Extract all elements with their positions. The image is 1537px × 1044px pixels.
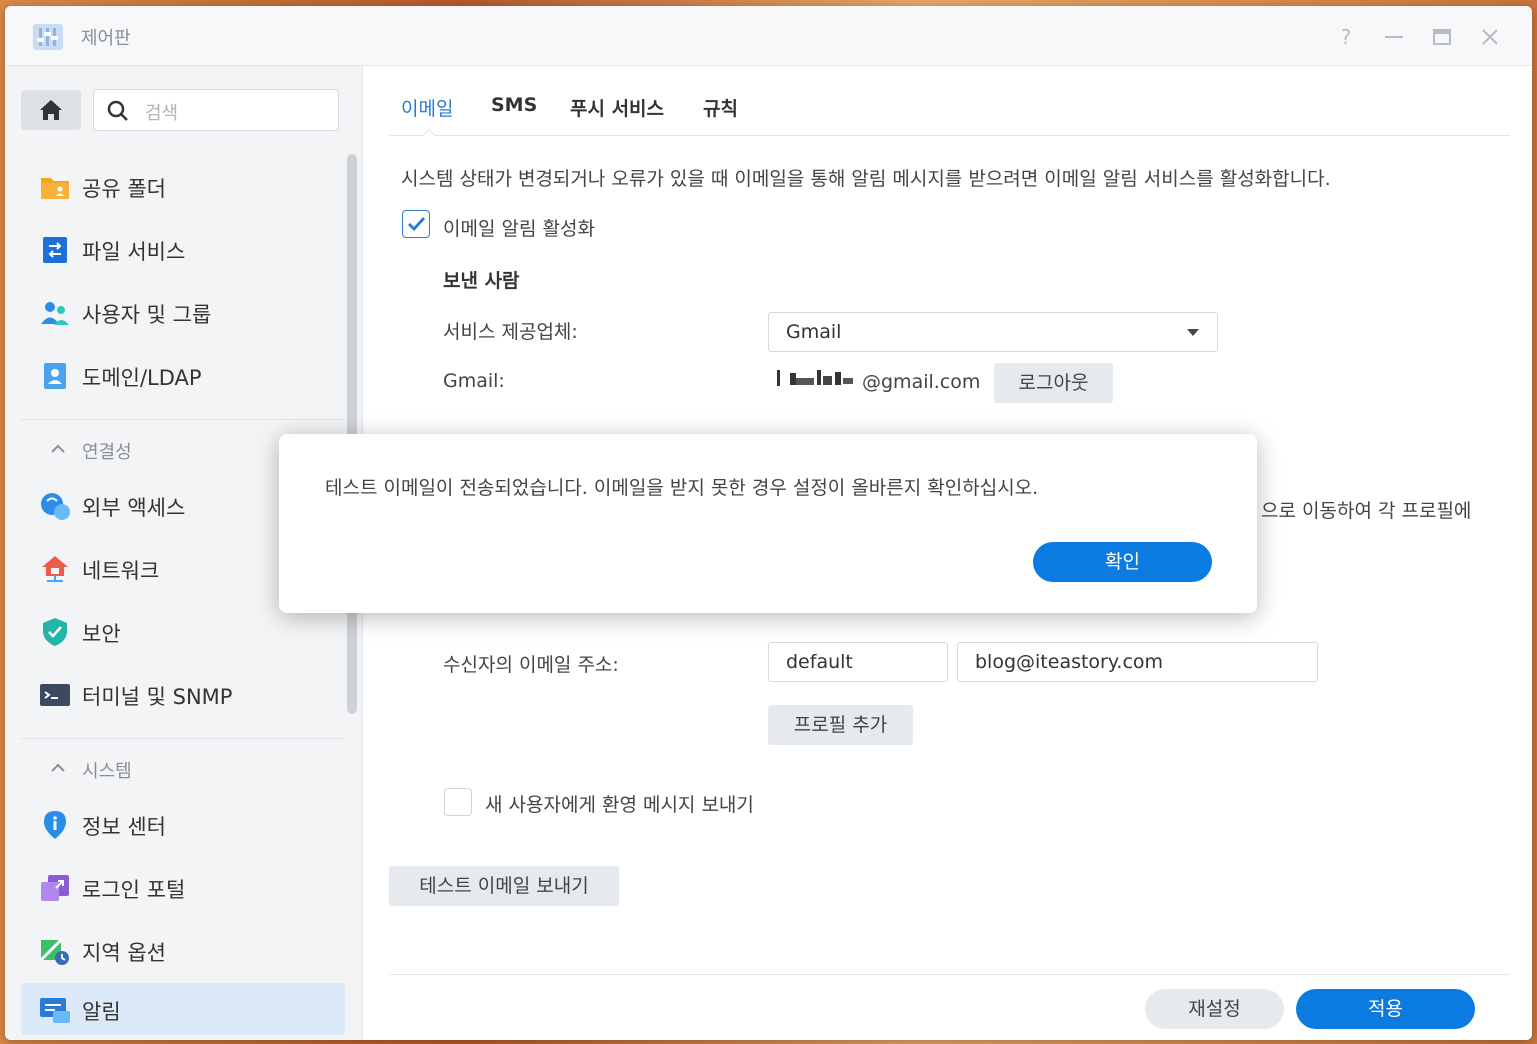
sender-heading: 보낸 사람: [443, 270, 520, 292]
sidebar-item-info-center[interactable]: 정보 센터: [21, 798, 345, 850]
provider-label: 서비스 제공업체:: [443, 321, 578, 343]
section-system[interactable]: 시스템: [21, 749, 345, 789]
domain-ldap-icon: [44, 363, 66, 389]
chevron-up-icon: [51, 444, 65, 453]
sidebar-item-file-services[interactable]: 파일 서비스: [21, 223, 345, 275]
tab-rules[interactable]: 규칙: [703, 94, 738, 121]
profile-hint-text: 으로 이동하여 각 프로필에: [1261, 500, 1472, 522]
welcome-message-checkbox[interactable]: [444, 788, 472, 816]
home-button[interactable]: [21, 90, 81, 130]
maximize-icon: [1433, 29, 1451, 45]
users-groups-icon: [41, 302, 69, 325]
title-bar: 제어판 ?: [5, 6, 1532, 66]
chevron-down-icon: [1187, 329, 1199, 336]
enable-email-label: 이메일 알림 활성화: [443, 218, 595, 240]
sidebar-item-notification[interactable]: 알림: [21, 983, 345, 1035]
send-test-email-button[interactable]: 테스트 이메일 보내기: [389, 866, 619, 906]
chevron-up-icon: [51, 763, 65, 772]
search-icon: [107, 100, 128, 121]
sidebar-divider: [21, 738, 345, 739]
shared-folder-icon: [41, 178, 69, 199]
terminal-icon: [40, 684, 70, 706]
search-input[interactable]: 검색: [93, 89, 339, 131]
sidebar-item-users-groups[interactable]: 사용자 및 그룹: [21, 286, 345, 338]
apply-button[interactable]: 적용: [1296, 989, 1475, 1029]
tab-sms[interactable]: SMS: [491, 94, 537, 116]
provider-select[interactable]: Gmail: [768, 312, 1218, 352]
test-email-sent-dialog: 테스트 이메일이 전송되었습니다. 이메일을 받지 못한 경우 설정이 올바른지…: [279, 434, 1257, 613]
security-shield-icon: [43, 618, 67, 646]
reset-button[interactable]: 재설정: [1145, 989, 1284, 1029]
welcome-message-label: 새 사용자에게 환영 메시지 보내기: [485, 794, 754, 816]
network-icon: [42, 556, 68, 582]
sidebar-item-login-portal[interactable]: 로그인 포털: [21, 861, 345, 913]
login-portal-icon: [41, 875, 69, 901]
enable-email-checkbox[interactable]: [402, 210, 430, 238]
tab-active-indicator: [423, 128, 435, 136]
confirm-button[interactable]: 확인: [1033, 542, 1212, 582]
recipient-email-input[interactable]: blog@iteastory.com: [957, 642, 1318, 682]
help-button[interactable]: ?: [1333, 24, 1359, 50]
sidebar-divider: [21, 419, 345, 420]
gmail-label: Gmail:: [443, 370, 505, 392]
logout-button[interactable]: 로그아웃: [994, 363, 1113, 403]
sidebar-item-domain-ldap[interactable]: 도메인/LDAP: [21, 349, 345, 401]
profile-name-field[interactable]: default: [768, 642, 948, 682]
sidebar-item-terminal-snmp[interactable]: 터미널 및 SNMP: [21, 668, 345, 720]
info-center-icon: [44, 811, 66, 839]
add-profile-button[interactable]: 프로필 추가: [768, 705, 913, 745]
notification-icon: [40, 998, 70, 1023]
minimize-icon: [1385, 36, 1403, 38]
email-description: 시스템 상태가 변경되거나 오류가 있을 때 이메일을 통해 알림 메시지를 받…: [401, 168, 1331, 190]
tab-push-service[interactable]: 푸시 서비스: [570, 94, 664, 121]
sidebar-item-regional-options[interactable]: 지역 옵션: [21, 924, 345, 976]
footer-divider: [389, 974, 1510, 975]
close-icon: [1482, 29, 1498, 45]
file-services-icon: [43, 237, 67, 263]
external-access-icon: [41, 493, 70, 520]
tab-bar: 이메일 SMS 푸시 서비스 규칙: [389, 66, 1510, 136]
tab-email[interactable]: 이메일: [401, 94, 453, 121]
control-panel-icon: [33, 24, 63, 50]
sidebar-item-shared-folder[interactable]: 공유 폴더: [21, 160, 345, 212]
maximize-button[interactable]: [1429, 24, 1455, 50]
recipient-label: 수신자의 이메일 주소:: [443, 654, 619, 676]
gmail-address-suffix: @gmail.com: [862, 371, 981, 393]
home-icon: [40, 100, 62, 120]
window-title: 제어판: [81, 28, 131, 49]
dialog-message: 테스트 이메일이 전송되었습니다. 이메일을 받지 못한 경우 설정이 올바른지…: [325, 477, 1039, 499]
close-button[interactable]: [1477, 24, 1503, 50]
minimize-button[interactable]: [1381, 24, 1407, 50]
regional-options-icon: [39, 938, 69, 965]
search-placeholder: 검색: [145, 103, 179, 124]
redacted-username: [777, 370, 853, 386]
checkmark-icon: [408, 217, 426, 232]
